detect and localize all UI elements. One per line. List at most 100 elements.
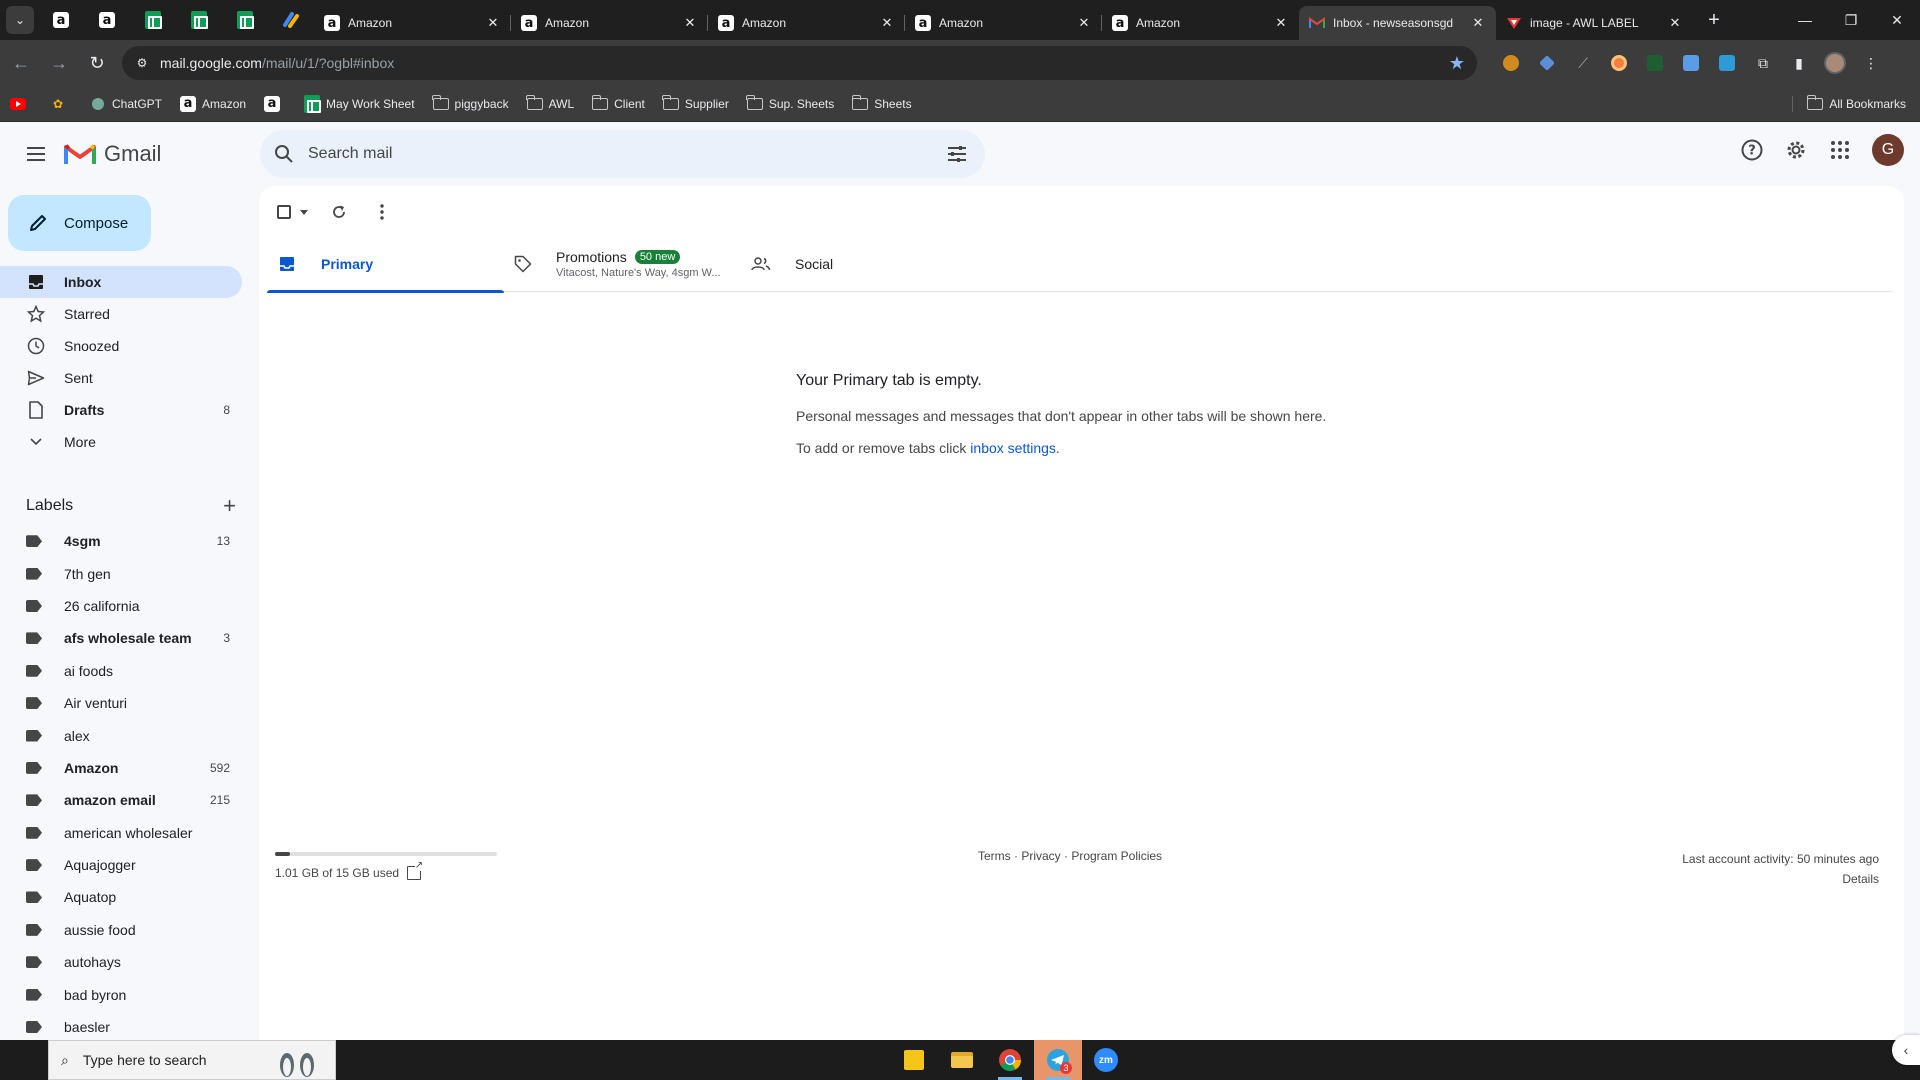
tab-awl-label[interactable]: image - AWL LABEL ✕	[1496, 6, 1693, 40]
nav-item-sent[interactable]: Sent	[0, 362, 242, 394]
inbox-settings-link[interactable]: inbox settings	[970, 440, 1056, 456]
address-bar[interactable]: ⚙ mail.google.com/mail/u/1/?ogbl#inbox ★	[122, 46, 1477, 80]
bookmark-amazon[interactable]: a Amazon	[180, 95, 246, 112]
bookmark-folder-awl[interactable]: AWL	[526, 94, 574, 112]
tab-gmail-inbox[interactable]: Inbox - newseasonsgd ✕	[1299, 6, 1496, 40]
account-avatar[interactable]: G	[1872, 134, 1904, 166]
select-dropdown-icon[interactable]	[297, 192, 311, 232]
bookmark-folder-sup-sheets[interactable]: Sup. Sheets	[746, 94, 834, 112]
tab-promotions[interactable]: Promotions 50 new Vitacost, Nature's Way,…	[504, 236, 741, 292]
close-icon[interactable]: ✕	[1667, 15, 1683, 31]
search-input[interactable]	[308, 145, 929, 163]
close-icon[interactable]: ✕	[879, 15, 895, 31]
label-item[interactable]: Aquatop	[0, 881, 256, 913]
close-icon[interactable]: ✕	[1076, 15, 1092, 31]
label-item[interactable]: amazon email 215	[0, 784, 256, 816]
tab-amazon[interactable]: a Amazon ✕	[1102, 6, 1299, 40]
chrome-icon[interactable]	[986, 1040, 1034, 1080]
nav-item-more[interactable]: More	[0, 426, 242, 458]
close-icon[interactable]: ✕	[682, 15, 698, 31]
bookmark-folder-sheets[interactable]: Sheets	[851, 94, 912, 112]
label-item[interactable]: Amazon 592	[0, 752, 256, 784]
label-item[interactable]: 4sgm 13	[0, 525, 256, 557]
tab-amazon[interactable]: a Amazon ✕	[708, 6, 905, 40]
label-item[interactable]: aussie food	[0, 914, 256, 946]
bookmark-amazon-icon-only[interactable]: a	[264, 95, 286, 112]
search-options-icon[interactable]	[929, 145, 985, 163]
close-window-icon[interactable]: ✕	[1874, 0, 1920, 40]
gmail-logo[interactable]: Gmail	[64, 141, 161, 167]
select-all-checkbox[interactable]	[271, 192, 297, 232]
tab-amazon[interactable]: a Amazon ✕	[905, 6, 1102, 40]
label-item[interactable]: Air venturi	[0, 687, 256, 719]
bookmark-youtube[interactable]	[10, 96, 32, 112]
kebab-menu-icon[interactable]: ⋮	[1853, 46, 1889, 80]
pinned-tab-app[interactable]	[268, 0, 314, 40]
label-item[interactable]: baesler	[0, 1011, 256, 1043]
site-settings-icon[interactable]: ⚙	[134, 55, 150, 71]
reload-icon[interactable]: ↻	[80, 46, 114, 80]
side-panel-icon[interactable]: ▮	[1781, 46, 1817, 80]
sticky-notes-icon[interactable]	[890, 1040, 938, 1080]
settings-gear-icon[interactable]	[1776, 130, 1816, 170]
bookmark-star-icon[interactable]: ★	[1449, 53, 1465, 74]
extension-icon[interactable]	[1673, 46, 1709, 80]
compose-button[interactable]: Compose	[8, 195, 151, 251]
nav-item-drafts[interactable]: Drafts 8	[0, 394, 242, 426]
tab-amazon[interactable]: a Amazon ✕	[314, 6, 511, 40]
all-bookmarks-button[interactable]: All Bookmarks	[1792, 94, 1906, 112]
extension-icon[interactable]	[1493, 46, 1529, 80]
taskbar-search[interactable]: ⌕ Type here to search	[48, 1040, 336, 1080]
nav-item-starred[interactable]: Starred	[0, 298, 242, 330]
search-icon[interactable]	[260, 144, 308, 164]
tab-primary[interactable]: Primary	[267, 236, 504, 293]
tab-social[interactable]: Social	[741, 236, 978, 292]
close-icon[interactable]: ✕	[485, 15, 501, 31]
bookmark-folder-supplier[interactable]: Supplier	[662, 94, 729, 112]
tab-amazon[interactable]: a Amazon ✕	[511, 6, 708, 40]
extension-icon[interactable]	[1637, 46, 1673, 80]
tab-search-button[interactable]: ⌄	[6, 6, 34, 34]
zoom-icon[interactable]: zm	[1082, 1040, 1130, 1080]
close-icon[interactable]: ✕	[1273, 15, 1289, 31]
profile-avatar[interactable]	[1817, 46, 1853, 80]
forward-icon[interactable]: →	[42, 46, 76, 80]
extension-icon[interactable]: ⟋	[1565, 46, 1601, 80]
minimize-icon[interactable]: —	[1782, 0, 1828, 40]
extension-icon[interactable]	[1529, 46, 1565, 80]
file-explorer-icon[interactable]	[938, 1040, 986, 1080]
bookmark-may-work-sheet[interactable]: May Work Sheet	[304, 94, 415, 113]
label-item[interactable]: american wholesaler	[0, 817, 256, 849]
label-item[interactable]: bad byron	[0, 978, 256, 1010]
more-options-icon[interactable]	[367, 192, 397, 232]
label-item[interactable]: afs wholesale team 3	[0, 622, 256, 654]
side-panel-toggle-icon[interactable]: ‹	[1892, 1035, 1920, 1065]
main-menu-icon[interactable]	[12, 130, 60, 178]
label-item[interactable]: 26 california	[0, 590, 256, 622]
close-icon[interactable]: ✕	[1470, 15, 1486, 31]
pinned-tab-sheets[interactable]	[222, 0, 268, 40]
puzzle-icon[interactable]: ⧉	[1745, 46, 1781, 80]
label-item[interactable]: Aquajogger	[0, 849, 256, 881]
bookmark-chatgpt[interactable]: ChatGPT	[90, 96, 162, 112]
pinned-tab-amazon[interactable]: a	[84, 0, 130, 40]
pinned-tab-sheets[interactable]	[176, 0, 222, 40]
refresh-icon[interactable]	[311, 192, 367, 232]
back-icon[interactable]: ←	[4, 46, 38, 80]
extension-icon[interactable]	[1709, 46, 1745, 80]
nav-item-inbox[interactable]: Inbox	[0, 266, 242, 298]
restore-icon[interactable]: ❐	[1828, 0, 1874, 40]
add-label-icon[interactable]: +	[223, 493, 236, 519]
bookmark-folder-piggyback[interactable]: piggyback	[432, 94, 509, 112]
details-link[interactable]: Details	[1682, 869, 1879, 889]
new-tab-button[interactable]: +	[1699, 9, 1729, 32]
extension-icon[interactable]	[1601, 46, 1637, 80]
label-item[interactable]: 7th gen	[0, 557, 256, 589]
google-apps-icon[interactable]	[1820, 130, 1860, 170]
help-icon[interactable]: ?	[1732, 130, 1772, 170]
bookmark-extension[interactable]: ✿	[50, 96, 72, 112]
nav-item-snoozed[interactable]: Snoozed	[0, 330, 242, 362]
label-item[interactable]: alex	[0, 719, 256, 751]
pinned-tab-amazon[interactable]: a	[38, 0, 84, 40]
label-item[interactable]: ai foods	[0, 655, 256, 687]
